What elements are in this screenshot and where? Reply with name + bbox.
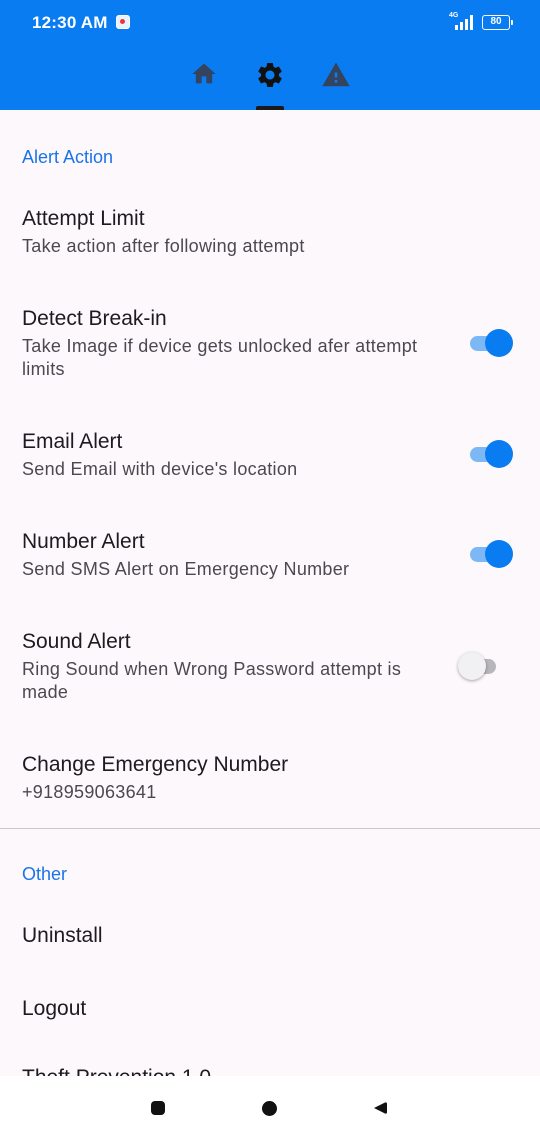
toggle-thumb (485, 540, 513, 568)
section-header-alert-action: Alert Action (22, 147, 114, 167)
battery-icon: 80 (482, 15, 513, 30)
status-time: 12:30 AM (32, 13, 108, 32)
email-alert-toggle[interactable] (470, 440, 514, 468)
toggle-thumb (458, 652, 486, 680)
tab-alerts[interactable] (320, 60, 352, 96)
setting-subtitle: Take action after following attempt (22, 236, 305, 256)
setting-title: Sound Alert (22, 630, 131, 653)
tab-indicator (256, 106, 284, 110)
sound-alert-toggle[interactable] (458, 652, 502, 680)
notification-app-icon (116, 15, 130, 29)
setting-title: Uninstall (22, 924, 103, 947)
setting-subtitle: Send Email with device's location (22, 459, 298, 479)
section-divider (0, 828, 540, 829)
setting-title: Detect Break-in (22, 307, 167, 330)
setting-title: Email Alert (22, 430, 123, 453)
setting-title: Change Emergency Number (22, 753, 289, 776)
gear-icon (258, 62, 282, 87)
setting-subtitle: Ring Sound when Wrong Password attempt i… (22, 659, 402, 702)
warning-icon (322, 62, 350, 87)
toggle-thumb (485, 329, 513, 357)
section-header-other: Other (22, 864, 68, 884)
home-icon (192, 63, 216, 84)
setting-subtitle: Send SMS Alert on Emergency Number (22, 559, 350, 579)
setting-subtitle: +918959063641 (22, 782, 157, 802)
back-button[interactable] (372, 1100, 388, 1116)
detect-break-in-toggle[interactable] (470, 329, 514, 357)
number-alert-toggle[interactable] (470, 540, 514, 568)
setting-subtitle: Take Image if device gets unlocked afer … (22, 336, 418, 379)
signal-icon: 4G (449, 12, 475, 32)
toggle-thumb (485, 440, 513, 468)
tab-home[interactable] (188, 60, 220, 96)
setting-title: Attempt Limit (22, 207, 145, 230)
home-button[interactable] (262, 1101, 277, 1116)
setting-title: Theft Prevention 1.0 (22, 1066, 211, 1076)
setting-title: Number Alert (22, 530, 145, 553)
setting-title: Logout (22, 997, 87, 1020)
system-nav-bar (0, 1076, 540, 1140)
recents-button[interactable] (151, 1101, 165, 1115)
tab-settings[interactable] (254, 60, 286, 96)
setting-version: Theft Prevention 1.0 (22, 1066, 242, 1076)
app-bar: 12:30 AM 4G 80 (0, 0, 540, 110)
